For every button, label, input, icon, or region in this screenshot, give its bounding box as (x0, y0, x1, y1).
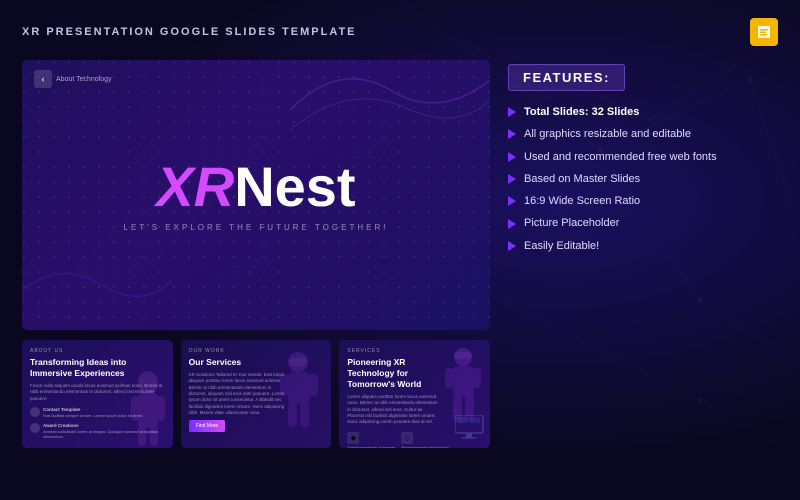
feature-bullet-3 (508, 152, 516, 162)
feature-text-3: Used and recommended free web fonts (524, 150, 717, 164)
slide-2-content: Our Work Our Services XR Solutions Tailo… (181, 340, 332, 448)
feature-bullet-4 (508, 174, 516, 184)
feature-text-5: 16:9 Wide Screen Ratio (524, 194, 640, 208)
slide-1-icons: Contact Template Erat facilisis semper o… (30, 407, 165, 418)
slide-1-heading: Transforming Ideas into Immersive Experi… (30, 357, 165, 379)
slide-1-icon-text-1: Contact Template Erat facilisis semper o… (43, 407, 143, 418)
feature-text-1: Total Slides: 32 Slides (524, 105, 639, 119)
slide-1-icons-2: Award Creations Aenean sollicitudin lore… (30, 423, 165, 439)
feature-item-1: Total Slides: 32 Slides (508, 105, 778, 119)
feature-text-2: All graphics resizable and editable (524, 127, 691, 141)
features-badge: FEATURES: (508, 64, 625, 91)
small-slide-2: Our Work Our Services XR Solutions Tailo… (181, 340, 332, 448)
title-xr: XR (156, 155, 234, 218)
find-more-button[interactable]: Find More (189, 420, 226, 432)
slide-3-icon-box-2: ◇ (401, 432, 413, 444)
feature-item-4: Based on Master Slides (508, 172, 778, 186)
slide-1-body: Fusce nulla aliquam iaculis lacus euismo… (30, 383, 165, 402)
feature-text-7: Easily Editable! (524, 239, 599, 253)
feature-text-4: Based on Master Slides (524, 172, 640, 186)
slide-3-tag: Services (347, 348, 482, 354)
small-slide-3: Services Pioneering XR Technology for To… (339, 340, 490, 448)
page-title: XR PRESENTATION GOOGLE SLIDES TEMPLATE (22, 26, 357, 38)
right-section: FEATURES: Total Slides: 32 Slides All gr… (508, 60, 778, 448)
slide-3-body: Lorem aliquam porttitor lorem lacus euis… (347, 394, 439, 425)
feature-bullet-1 (508, 107, 516, 117)
feature-bullet-7 (508, 241, 516, 251)
title-nest: Nest (234, 155, 355, 218)
feature-bullet-6 (508, 219, 516, 229)
content-wrapper: XR PRESENTATION GOOGLE SLIDES TEMPLATE ‹… (0, 0, 800, 462)
left-section: ‹ About Technology (22, 60, 490, 448)
feature-item-7: Easily Editable! (508, 239, 778, 253)
main-subtitle: LET'S EXPLORE THE FUTURE TOGETHER! (124, 223, 389, 232)
slide-1-icon-2: Award Creations Aenean sollicitudin lore… (30, 423, 165, 439)
slide-1-icon-circle (30, 407, 40, 417)
slide-1-icon-1: Contact Template Erat facilisis semper o… (30, 407, 143, 418)
slide-2-heading: Our Services (189, 357, 324, 368)
slide-1-tag: About Us (30, 348, 165, 354)
main-title: XRNest (156, 159, 355, 215)
slide-3-icon-1: ◆ Transformational advances (347, 432, 395, 448)
feature-bullet-5 (508, 196, 516, 206)
main-slide-preview: ‹ About Technology (22, 60, 490, 330)
slide-3-heading: Pioneering XR Technology for Tomorrow's … (347, 357, 441, 390)
feature-text-6: Picture Placeholder (524, 216, 619, 230)
slide-2-tag: Our Work (189, 348, 324, 354)
small-slide-1: About Us Transforming Ideas into Immersi… (22, 340, 173, 448)
feature-item-5: 16:9 Wide Screen Ratio (508, 194, 778, 208)
slide-1-content: About Us Transforming Ideas into Immersi… (22, 340, 173, 448)
slide-1-icon-text-2: Award Creations Aenean sollicitudin lore… (43, 423, 165, 439)
header: XR PRESENTATION GOOGLE SLIDES TEMPLATE (22, 18, 778, 46)
features-list: Total Slides: 32 Slides All graphics res… (508, 105, 778, 253)
slide-3-content: Services Pioneering XR Technology for To… (339, 340, 490, 448)
slide-3-icon-label-1: Transformational advances (347, 446, 395, 448)
google-slides-icon (750, 18, 778, 46)
slide-1-icon-circle-2 (30, 423, 40, 433)
features-badge-text: FEATURES: (523, 70, 610, 85)
slide-3-icon-box-1: ◆ (347, 432, 359, 444)
slide-1-icon-body-1: Erat facilisis semper ornare. Lorem ipsu… (43, 413, 143, 418)
bottom-slides: About Us Transforming Ideas into Immersi… (22, 340, 490, 448)
feature-item-6: Picture Placeholder (508, 216, 778, 230)
slide-3-icon-2: ◇ Bioengineering technology (401, 432, 448, 448)
main-area: ‹ About Technology (22, 60, 778, 448)
feature-item-3: Used and recommended free web fonts (508, 150, 778, 164)
slide-3-icon-label-2: Bioengineering technology (401, 446, 448, 448)
feature-bullet-2 (508, 129, 516, 139)
slide-3-icon-row: ◆ Transformational advances ◇ Bioenginee… (347, 432, 482, 448)
feature-item-2: All graphics resizable and editable (508, 127, 778, 141)
slide-1-icon-body-2: Aenean sollicitudin lorem at magna. Quis… (43, 429, 165, 439)
slide-2-body: XR Solutions Tailored to Your Needs: Era… (189, 372, 290, 416)
